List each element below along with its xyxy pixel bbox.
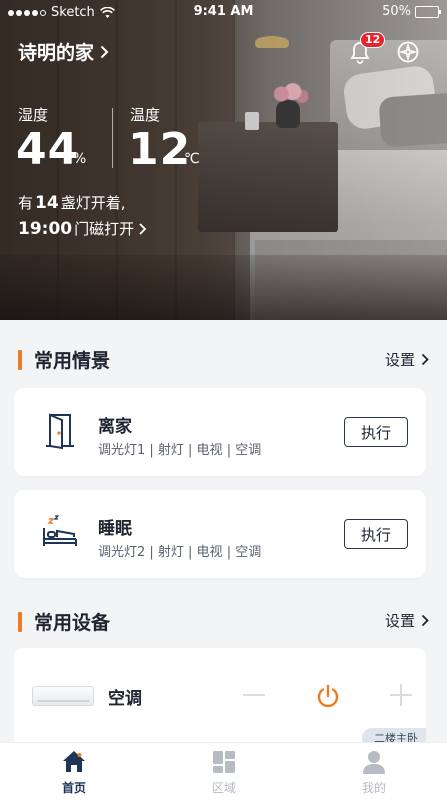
device-card-air-conditioner[interactable]: 空调 二楼主卧 bbox=[14, 648, 426, 748]
accent-bar bbox=[18, 611, 22, 632]
device-name: 空调 bbox=[108, 689, 142, 709]
door-summary[interactable]: 19:00 门磁打开 bbox=[18, 218, 148, 239]
increase-button[interactable] bbox=[390, 684, 412, 706]
chevron-right-icon bbox=[421, 353, 429, 366]
tab-label: 首页 bbox=[61, 781, 86, 795]
chevron-right-icon bbox=[100, 45, 109, 58]
notification-badge: 12 bbox=[360, 32, 386, 48]
scene-devices: 调光灯1 | 射灯 | 电视 | 空调 bbox=[98, 443, 262, 458]
humidity-value: 44 bbox=[16, 124, 80, 175]
metric-divider bbox=[112, 108, 113, 168]
compass-icon[interactable] bbox=[396, 40, 420, 64]
chevron-right-icon bbox=[139, 222, 147, 235]
devices-section-title: 常用设备 bbox=[18, 608, 110, 635]
scene-devices: 调光灯2 | 射灯 | 电视 | 空调 bbox=[98, 545, 262, 560]
clock: 9:41 AM bbox=[193, 4, 254, 19]
battery-percent: 50% bbox=[382, 4, 411, 19]
home-name: 诗明的家 bbox=[18, 42, 95, 64]
scene-name: 睡眠 bbox=[98, 519, 132, 539]
temperature-value: 12 bbox=[128, 124, 192, 175]
battery-icon bbox=[415, 5, 441, 18]
home-icon bbox=[63, 751, 85, 772]
scene-name: 离家 bbox=[98, 417, 132, 437]
tab-bar: 首页 区域 我的 bbox=[0, 742, 447, 800]
temperature-unit: ℃ bbox=[184, 151, 200, 167]
humidity-unit: % bbox=[73, 151, 87, 167]
status-bar: Sketch 9:41 AM 50% bbox=[0, 0, 447, 26]
temperature-label: 温度 bbox=[130, 106, 161, 124]
execute-button[interactable]: 执行 bbox=[344, 519, 408, 549]
air-conditioner-icon bbox=[32, 686, 94, 706]
decrease-button[interactable] bbox=[243, 684, 265, 706]
humidity-label: 湿度 bbox=[18, 106, 49, 124]
devices-settings-link[interactable]: 设置 bbox=[385, 610, 429, 631]
home-selector[interactable]: 诗明的家 bbox=[18, 38, 109, 65]
tab-label: 我的 bbox=[361, 781, 386, 795]
bed-sleep-icon bbox=[43, 515, 77, 546]
door-time: 19:00 bbox=[18, 218, 73, 239]
execute-button[interactable]: 执行 bbox=[344, 417, 408, 447]
power-icon[interactable] bbox=[315, 683, 341, 709]
lights-summary: 有 14 盏灯开着, bbox=[18, 193, 126, 213]
scenes-section-title: 常用情景 bbox=[18, 346, 110, 373]
scenes-settings-link[interactable]: 设置 bbox=[385, 349, 429, 370]
grid-icon bbox=[213, 751, 235, 773]
tab-home[interactable]: 首页 bbox=[24, 749, 124, 799]
tab-profile[interactable]: 我的 bbox=[324, 749, 424, 799]
scene-card-sleep[interactable]: 睡眠 调光灯2 | 射灯 | 电视 | 空调 执行 bbox=[14, 490, 426, 578]
accent-bar bbox=[18, 349, 22, 370]
lights-count: 14 bbox=[35, 193, 59, 213]
chevron-right-icon bbox=[421, 614, 429, 627]
tab-area[interactable]: 区域 bbox=[174, 749, 274, 799]
scene-card-leave-home[interactable]: 离家 调光灯1 | 射灯 | 电视 | 空调 执行 bbox=[14, 388, 426, 476]
profile-icon bbox=[363, 751, 385, 774]
door-open-icon bbox=[46, 413, 74, 450]
tab-label: 区域 bbox=[211, 781, 236, 795]
